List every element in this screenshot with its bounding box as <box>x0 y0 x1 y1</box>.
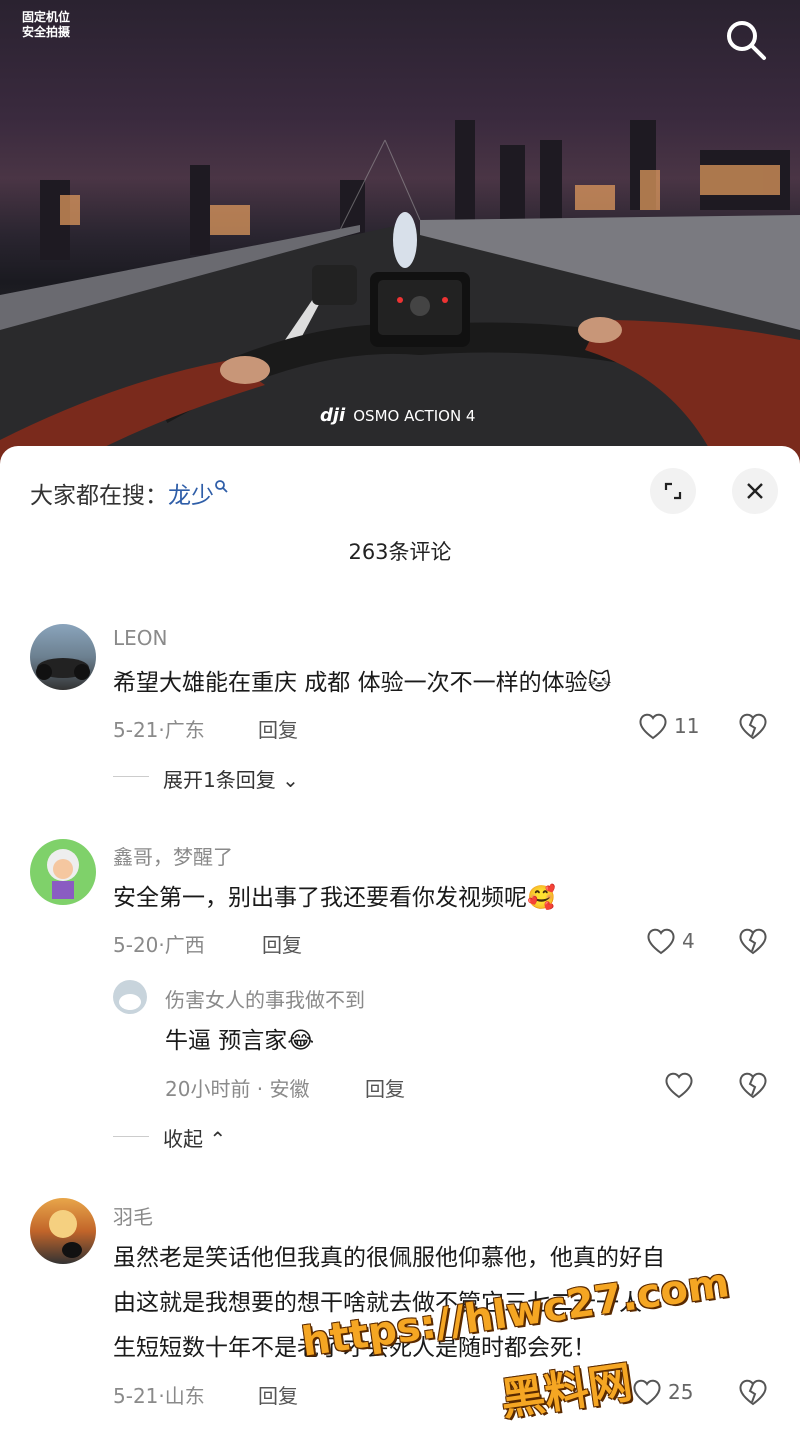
reply-button[interactable]: 回复 <box>258 1380 298 1409</box>
expand-button[interactable] <box>650 468 696 514</box>
comment-username[interactable]: 鑫哥，梦醒了 <box>113 841 233 870</box>
expand-icon <box>664 482 682 500</box>
comment-text-line-1: 虽然老是笑话他但我真的很佩服他仰慕他，他真的好自 <box>113 1245 665 1271</box>
comment-meta: 5-20·广西 <box>113 933 205 957</box>
reply-button[interactable]: 回复 <box>365 1073 405 1102</box>
video-corner-text: 固定机位 安全拍摄 <box>22 10 70 40</box>
brand-watermark: dji OSMO ACTION 4 <box>320 405 475 426</box>
like-icon[interactable] <box>638 712 668 740</box>
close-icon <box>747 483 763 499</box>
search-icon[interactable] <box>722 16 770 64</box>
dislike-icon[interactable] <box>738 927 768 955</box>
like-icon[interactable] <box>664 1071 694 1099</box>
reply-meta: 20小时前 · 安徽 <box>165 1077 310 1101</box>
suggest-prefix: 大家都在搜： <box>30 483 168 509</box>
chevron-up-icon: ⌃ <box>209 1127 227 1151</box>
dji-logo-icon: dji <box>320 405 346 426</box>
reply-username[interactable]: 伤害女人的事我做不到 <box>165 984 365 1013</box>
dislike-icon[interactable] <box>738 712 768 740</box>
comment-username[interactable]: LEON <box>113 626 167 650</box>
divider-dash <box>113 776 149 777</box>
chevron-down-icon: ⌄ <box>282 768 299 792</box>
comment-count: 263条评论 <box>348 540 452 564</box>
brand-text: OSMO ACTION 4 <box>353 406 476 425</box>
expand-replies-button[interactable]: 展开1条回复 ⌄ <box>163 764 299 793</box>
reply-text: 牛逼 预言家😂 <box>165 1028 315 1054</box>
video-frame <box>0 120 800 470</box>
like-count: 4 <box>682 929 695 953</box>
like-icon[interactable] <box>646 927 676 955</box>
comment-meta: 5-21·广东 <box>113 718 205 742</box>
video-player[interactable]: 固定机位 安全拍摄 dji OSMO ACTION 4 <box>0 0 800 470</box>
comment-text: 希望大雄能在重庆 成都 体验一次不一样的体验🐱 <box>113 670 612 696</box>
corner-text-line-1: 固定机位 <box>22 10 71 24</box>
corner-text-line-2: 安全拍摄 <box>22 25 71 39</box>
dislike-icon[interactable] <box>738 1378 768 1406</box>
dislike-icon[interactable] <box>738 1071 768 1099</box>
reply-button[interactable]: 回复 <box>262 929 302 958</box>
reply-button[interactable]: 回复 <box>258 714 298 743</box>
comment-meta: 5-21·山东 <box>113 1384 205 1408</box>
small-search-icon <box>215 480 228 493</box>
search-suggestion[interactable]: 大家都在搜：龙少 <box>30 476 230 510</box>
like-count: 25 <box>668 1380 694 1404</box>
like-count: 11 <box>674 714 700 738</box>
suggest-keyword[interactable]: 龙少 <box>168 483 214 509</box>
divider-dash <box>113 1136 149 1137</box>
like-icon[interactable] <box>632 1378 662 1406</box>
comment-text: 安全第一，别出事了我还要看你发视频呢🥰 <box>113 885 556 911</box>
avatar[interactable] <box>113 980 147 1014</box>
avatar[interactable] <box>30 1198 96 1264</box>
avatar[interactable] <box>30 624 96 690</box>
avatar[interactable] <box>30 839 96 905</box>
close-button[interactable] <box>732 468 778 514</box>
collapse-replies-button[interactable]: 收起 ⌃ <box>163 1123 226 1152</box>
comment-username[interactable]: 羽毛 <box>113 1201 153 1230</box>
